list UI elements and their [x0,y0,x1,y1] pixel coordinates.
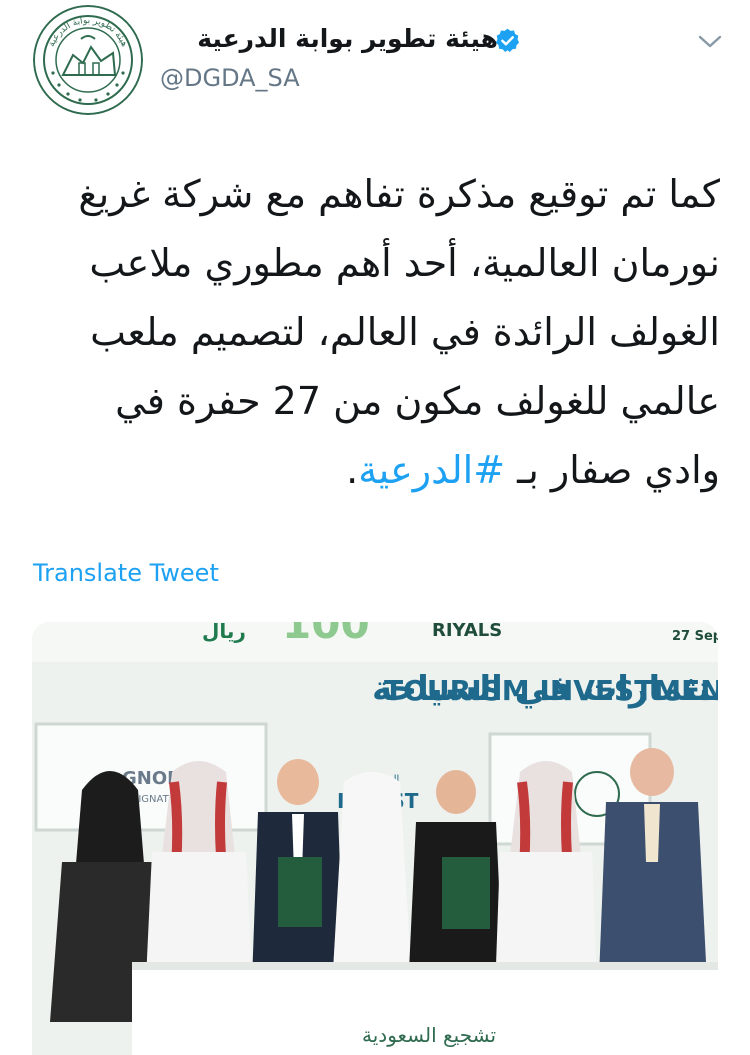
handle: @DGDA_SA [160,64,300,92]
chevron-down-icon[interactable] [696,30,724,54]
tweet-media-image[interactable]: ريال 100 RIYALS 27 Sep استثمارات في السي… [32,622,718,1055]
dgda-logo-icon: هيئة تطوير بوابة الدرعية [33,5,143,115]
banner-number: 100 [282,622,370,648]
avatar[interactable]: هيئة تطوير بوابة الدرعية [33,5,143,115]
tweet-text-body: كما تم توقيع مذكرة تفاهم مع شركة غريغ نو… [78,172,720,492]
translate-tweet-link[interactable]: Translate Tweet [33,559,219,587]
display-name[interactable]: هيئة تطوير بوابة الدرعية [197,24,498,53]
banner-title-en: TOURISM INVESTMENT [384,674,718,707]
banner-currency: RIYALS [432,622,502,641]
verified-badge-icon [495,28,520,52]
tweet-text-end: . [346,448,359,492]
event-photo: ريال 100 RIYALS 27 Sep استثمارات في السي… [32,622,718,1055]
bottom-ar-text: تشجيع السعودية [362,1023,496,1047]
tweet-text: كما تم توقيع مذكرة تفاهم مع شركة غريغ نو… [30,160,720,505]
hashtag-link[interactable]: #الدرعية [358,448,505,492]
tweet-header: هيئة تطوير بوابة الدرعية هيئة تطوير بواب… [0,0,750,130]
banner-date: 27 Sep [672,629,718,644]
banner-ar-left: ريال [202,622,246,643]
